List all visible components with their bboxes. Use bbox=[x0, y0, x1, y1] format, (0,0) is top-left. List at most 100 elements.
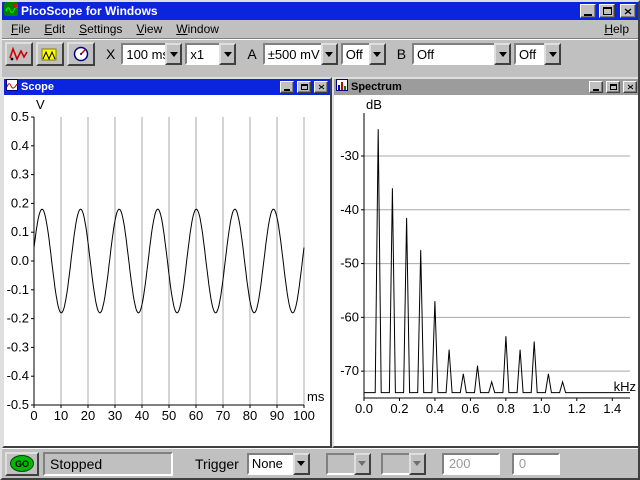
menu-help[interactable]: Help bbox=[597, 20, 636, 38]
minimize-icon bbox=[584, 14, 592, 16]
multiplier-value: x1 bbox=[185, 43, 219, 65]
svg-text:dB: dB bbox=[366, 97, 382, 112]
spectrum-window-title: Spectrum bbox=[351, 81, 586, 93]
menu-file[interactable]: File bbox=[4, 20, 37, 38]
channel-a-label: A bbox=[247, 46, 256, 62]
channel-a-mode-value: Off bbox=[341, 43, 369, 65]
mdi-workspace: Scope 0.5 0.4 0.3 0.2 0.1 0.0 -0.1 -0.2 -0.3 -0.4… bbox=[2, 69, 638, 448]
scope-close-button[interactable] bbox=[314, 81, 328, 93]
svg-text:0.0: 0.0 bbox=[355, 401, 373, 416]
timebase-combo[interactable]: 100 ms bbox=[121, 43, 182, 65]
go-icon: GO bbox=[10, 455, 34, 472]
close-button[interactable] bbox=[620, 4, 636, 18]
scope-window-title: Scope bbox=[21, 81, 277, 93]
trigger-threshold-field: 200 bbox=[442, 453, 500, 475]
svg-text:0.3: 0.3 bbox=[11, 167, 29, 182]
dropdown-arrow-icon[interactable] bbox=[369, 43, 386, 65]
close-icon bbox=[318, 84, 325, 90]
spectrum-close-button[interactable] bbox=[623, 81, 637, 93]
spectrum-view-button[interactable] bbox=[36, 42, 64, 66]
restore-icon bbox=[301, 84, 308, 90]
toolbar: X 100 ms x1 A ±500 mV Off B Off Off bbox=[2, 39, 638, 69]
scope-view-button[interactable] bbox=[5, 42, 33, 66]
svg-text:-60: -60 bbox=[340, 309, 359, 324]
svg-text:0.1: 0.1 bbox=[11, 224, 29, 239]
dropdown-arrow-icon[interactable] bbox=[293, 453, 310, 475]
svg-text:1.4: 1.4 bbox=[603, 401, 621, 416]
dropdown-arrow-icon bbox=[409, 453, 426, 475]
scope-chart-area: 0.50.40.30.20.10.0-0.1-0.2-0.3-0.4-0.501… bbox=[4, 95, 330, 446]
channel-b-range-combo[interactable]: Off bbox=[412, 43, 511, 65]
channel-b-range-value: Off bbox=[412, 43, 494, 65]
title-bar[interactable]: PicoScope for Windows bbox=[2, 2, 638, 20]
svg-text:-0.3: -0.3 bbox=[7, 339, 29, 354]
channel-a-mode-combo[interactable]: Off bbox=[341, 43, 386, 65]
dropdown-arrow-icon[interactable] bbox=[219, 43, 236, 65]
minimize-icon bbox=[284, 89, 290, 91]
dropdown-arrow-icon bbox=[354, 453, 371, 475]
scope-chart: 0.50.40.30.20.10.0-0.1-0.2-0.3-0.4-0.501… bbox=[4, 95, 330, 446]
svg-text:50: 50 bbox=[162, 408, 176, 423]
svg-text:0.8: 0.8 bbox=[497, 401, 515, 416]
spectrum-minimize-button[interactable] bbox=[589, 81, 603, 93]
svg-text:-0.1: -0.1 bbox=[7, 282, 29, 297]
svg-text:20: 20 bbox=[81, 408, 95, 423]
dropdown-arrow-icon[interactable] bbox=[544, 43, 561, 65]
minimize-icon bbox=[593, 89, 599, 91]
spectrum-restore-button[interactable] bbox=[606, 81, 620, 93]
svg-text:-30: -30 bbox=[340, 148, 359, 163]
svg-text:100: 100 bbox=[293, 408, 315, 423]
svg-text:0.5: 0.5 bbox=[11, 109, 29, 124]
scope-window-icon bbox=[6, 78, 18, 96]
menu-window[interactable]: Window bbox=[169, 20, 226, 38]
svg-text:60: 60 bbox=[189, 408, 203, 423]
trigger-combo[interactable]: None bbox=[247, 453, 310, 475]
spectrum-window: Spectrum -30-40-50-60-700.00.20.40.60.81… bbox=[332, 77, 638, 448]
menu-settings[interactable]: Settings bbox=[72, 20, 129, 38]
svg-text:40: 40 bbox=[135, 408, 149, 423]
trigger-channel-combo bbox=[326, 453, 371, 475]
trigger-edge-value bbox=[381, 453, 409, 475]
scope-restore-button[interactable] bbox=[297, 81, 311, 93]
trigger-channel-value bbox=[326, 453, 354, 475]
svg-text:0.4: 0.4 bbox=[426, 401, 444, 416]
svg-text:-0.5: -0.5 bbox=[7, 397, 29, 412]
svg-text:1.0: 1.0 bbox=[532, 401, 550, 416]
svg-text:-50: -50 bbox=[340, 256, 359, 271]
menu-bar: File Edit Settings View Window Help bbox=[2, 20, 638, 39]
svg-text:-0.2: -0.2 bbox=[7, 311, 29, 326]
scope-minimize-button[interactable] bbox=[280, 81, 294, 93]
scope-window: Scope 0.50.40.30.20.10.0-0.1-0.2-0.3-0.4… bbox=[2, 77, 332, 448]
menu-edit[interactable]: Edit bbox=[37, 20, 72, 38]
trigger-edge-combo bbox=[381, 453, 426, 475]
svg-text:80: 80 bbox=[243, 408, 257, 423]
channel-b-mode-value: Off bbox=[514, 43, 544, 65]
minimize-button[interactable] bbox=[580, 4, 596, 18]
maximize-button[interactable] bbox=[599, 4, 615, 18]
spectrum-title-bar[interactable]: Spectrum bbox=[334, 79, 638, 95]
status-message: Stopped bbox=[43, 452, 173, 476]
dropdown-arrow-icon[interactable] bbox=[494, 43, 511, 65]
channel-b-label: B bbox=[397, 46, 406, 62]
svg-text:1.2: 1.2 bbox=[568, 401, 586, 416]
multiplier-combo[interactable]: x1 bbox=[185, 43, 236, 65]
svg-text:10: 10 bbox=[54, 408, 68, 423]
channel-b-mode-combo[interactable]: Off bbox=[514, 43, 561, 65]
dropdown-arrow-icon[interactable] bbox=[165, 43, 182, 65]
trigger-value: None bbox=[247, 453, 293, 475]
svg-text:0: 0 bbox=[30, 408, 37, 423]
svg-text:-0.4: -0.4 bbox=[7, 368, 29, 383]
dropdown-arrow-icon[interactable] bbox=[321, 43, 338, 65]
svg-text:ms: ms bbox=[307, 389, 325, 404]
svg-text:0.2: 0.2 bbox=[11, 195, 29, 210]
menu-view[interactable]: View bbox=[129, 20, 169, 38]
status-bar: GO Stopped Trigger None 200 0 bbox=[2, 448, 638, 478]
meter-view-button[interactable] bbox=[67, 42, 95, 66]
svg-text:90: 90 bbox=[270, 408, 284, 423]
svg-text:0.6: 0.6 bbox=[461, 401, 479, 416]
scope-title-bar[interactable]: Scope bbox=[4, 79, 330, 95]
trigger-label: Trigger bbox=[195, 456, 239, 472]
window-title: PicoScope for Windows bbox=[21, 2, 577, 20]
go-button[interactable]: GO bbox=[5, 452, 39, 476]
channel-a-range-combo[interactable]: ±500 mV bbox=[263, 43, 338, 65]
